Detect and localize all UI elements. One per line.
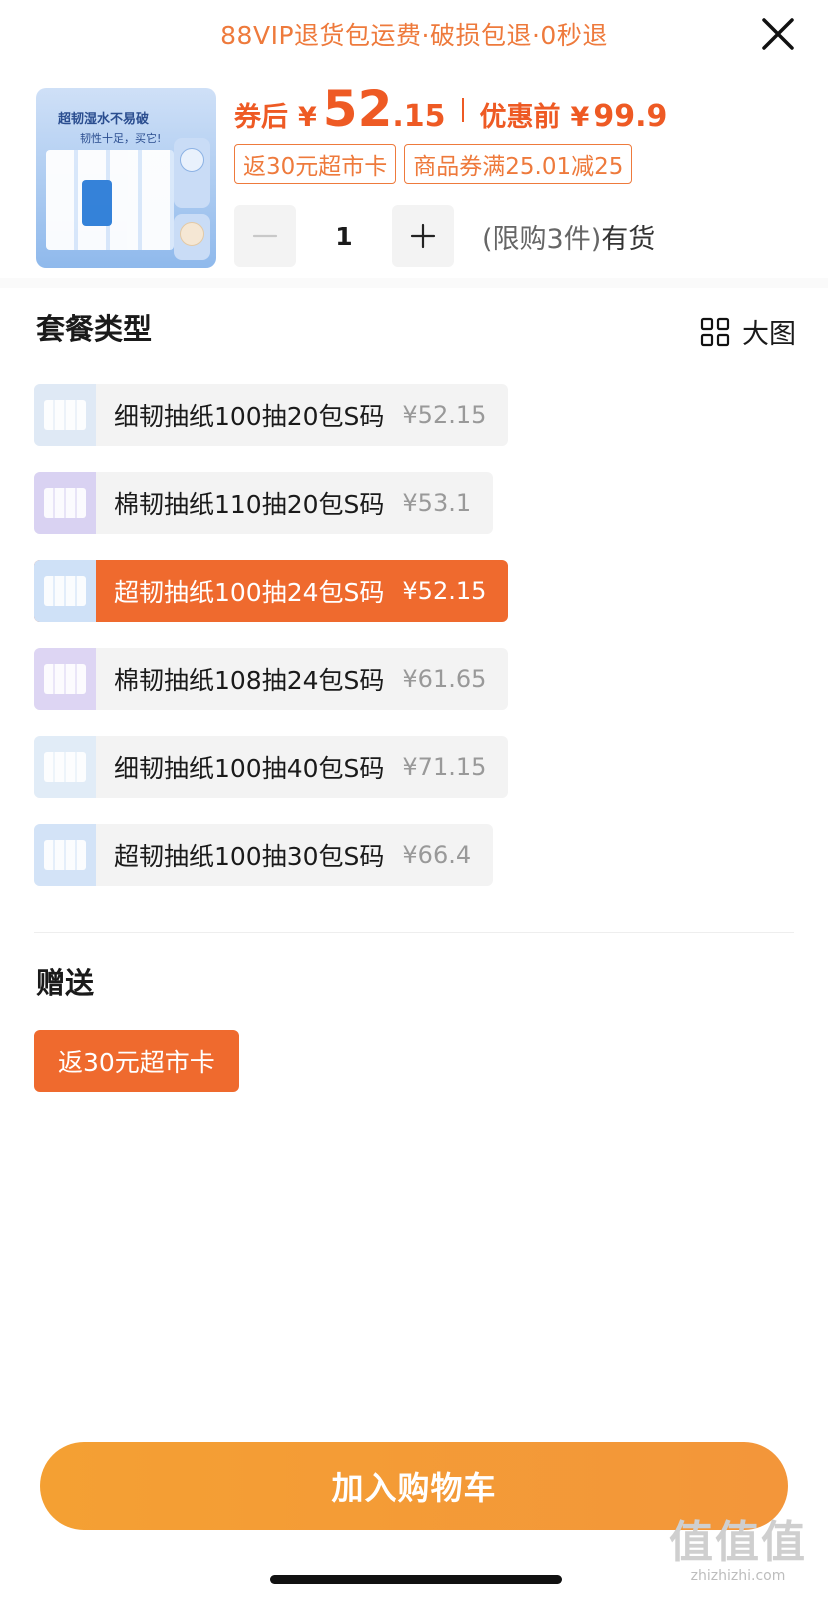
price-after-decimal: .15 [392,99,446,134]
promo-tag: 商品券满25.01减25 [404,144,633,184]
price-before-value: 99.9 [593,99,668,134]
currency-symbol: ¥ [298,102,317,133]
package-option-name: 超韧抽纸100抽30包S码 [114,842,385,871]
package-option-name: 棉韧抽纸110抽20包S码 [114,490,385,519]
price-row: 券后 ¥ 52 .15 优惠前 ¥ 99.9 [234,80,667,140]
package-option-thumbnail [34,560,96,622]
stock-status: 有货 [601,223,656,255]
minus-icon [252,234,278,238]
package-option-name: 棉韧抽纸108抽24包S码 [114,666,385,695]
quantity-value[interactable]: 1 [296,222,392,251]
gift-option-button[interactable]: 返30元超市卡 [34,1030,239,1092]
decrease-button[interactable] [234,205,296,267]
package-options-list: 细韧抽纸100抽20包S码 ¥52.15 棉韧抽纸110抽20包S码 ¥53.1 超韧抽… [34,384,509,886]
tissue-pack-image [46,150,174,250]
package-option-name: 细韧抽纸100抽40包S码 [114,754,385,783]
thumbnail-subtitle: 韧性十足，买它! [80,132,162,145]
water-drop-icon [180,148,204,172]
promo-tags: 返30元超市卡 商品券满25.01减25 [234,144,633,184]
price-after-label: 券后 [234,102,288,133]
package-option-thumbnail [34,736,96,798]
promo-tag: 返30元超市卡 [234,144,397,184]
package-option-price: ¥52.15 [402,577,487,605]
package-option[interactable]: 超韧抽纸100抽24包S码 ¥52.15 [34,560,509,622]
package-option[interactable]: 细韧抽纸100抽20包S码 ¥52.15 [34,384,509,446]
quantity-stepper: 1 (限购3件)有货 [234,205,655,267]
currency-symbol: ¥ [570,102,590,133]
section-separator [0,278,828,288]
price-after-integer: 52 [322,80,393,138]
package-option[interactable]: 细韧抽纸100抽40包S码 ¥71.15 [34,736,509,798]
package-option-name: 细韧抽纸100抽20包S码 [114,402,385,431]
watermark-url: zhizhizhi.com [690,1568,786,1584]
package-option-price: ¥61.65 [402,665,487,693]
package-option-thumbnail [34,648,96,710]
package-option-price: ¥52.15 [402,401,487,429]
price-separator [461,98,464,122]
package-option[interactable]: 棉韧抽纸108抽24包S码 ¥61.65 [34,648,509,710]
package-option-thumbnail [34,472,96,534]
package-option-price: ¥71.15 [402,753,487,781]
thumbnail-title: 超韧湿水不易破 [58,112,150,127]
price-before-label: 优惠前 [479,102,561,133]
watermark-logo: 值值值 [669,1517,807,1568]
divider [34,932,794,933]
package-option-thumbnail [34,824,96,886]
purchase-limit: (限购3件) [482,223,602,255]
grid-icon [700,317,730,346]
product-thumbnail[interactable]: 超韧湿水不易破 韧性十足，买它! [36,88,216,268]
package-option-thumbnail [34,384,96,446]
gift-section-title: 赠送 [36,966,95,1000]
home-indicator[interactable] [270,1575,562,1584]
close-icon[interactable] [754,10,802,58]
package-type-title: 套餐类型 [36,312,153,346]
stock-info: (限购3件)有货 [482,217,655,256]
big-image-toggle[interactable]: 大图 [700,312,796,351]
big-image-label: 大图 [742,319,796,350]
watermark: 值值值 zhizhizhi.com [658,1517,818,1585]
increase-button[interactable] [392,205,454,267]
pulp-icon [180,222,204,246]
promo-banner: 88VIP退货包运费·破损包退·0秒退 [220,21,608,50]
package-option-price: ¥66.4 [402,841,472,869]
package-option[interactable]: 棉韧抽纸110抽20包S码 ¥53.1 [34,472,494,534]
package-option-price: ¥53.1 [402,489,472,517]
package-option[interactable]: 超韧抽纸100抽30包S码 ¥66.4 [34,824,494,886]
package-option-name: 超韧抽纸100抽24包S码 [114,578,385,607]
plus-icon [410,223,436,249]
